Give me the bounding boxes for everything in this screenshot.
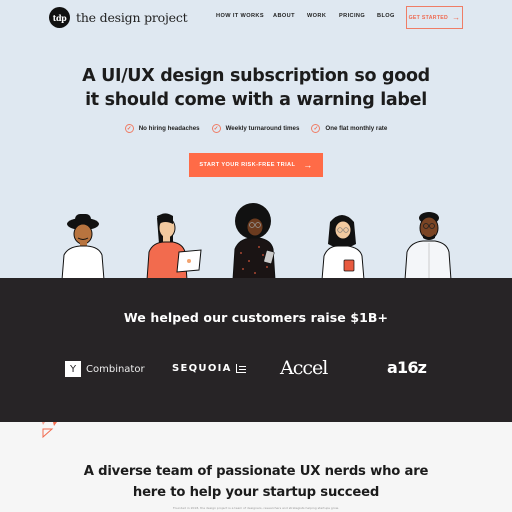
nav-about[interactable]: ABOUT <box>273 13 295 19</box>
get-started-label: GET STARTED <box>408 14 449 21</box>
check-circle-icon: ✓ <box>211 124 221 133</box>
team-title-line-1: A diverse team of passionate UX nerds wh… <box>83 464 429 479</box>
sequoia-text: SEQUOIA <box>172 363 232 374</box>
nav-work[interactable]: WORK <box>307 13 326 19</box>
feature-item: ✓ Weekly turnaround times <box>211 124 300 133</box>
start-trial-label: START YOUR RISK-FREE TRIAL <box>199 162 296 168</box>
person-hijab-mug-illustration <box>321 215 365 280</box>
nav-how-it-works[interactable]: HOW IT WORKS <box>216 13 264 19</box>
social-proof-title: We helped our customers raise $1B+ <box>123 310 389 325</box>
yc-mark: Y <box>65 361 81 377</box>
start-trial-button[interactable]: START YOUR RISK-FREE TRIAL → <box>189 153 323 177</box>
site-header: tdp the design project HOW IT WORKS ABOU… <box>0 0 512 36</box>
person-afro-illustration <box>232 203 276 280</box>
hero-headline: A UI/UX design subscription so good it s… <box>0 64 512 112</box>
team-title-line-2: here to help your startup succeed <box>132 485 380 500</box>
team-section-title: A diverse team of passionate UX nerds wh… <box>0 461 512 503</box>
feature-label: Weekly turnaround times <box>225 125 300 132</box>
nav-pricing[interactable]: PRICING <box>339 13 365 19</box>
headline-line-2: it should come with a warning label <box>85 90 427 110</box>
arrow-right-icon: → <box>303 160 313 170</box>
check-circle-icon: ✓ <box>311 124 321 133</box>
check-circle-icon: ✓ <box>124 124 134 133</box>
arrow-right-icon: → <box>452 13 461 22</box>
feature-list: ✓ No hiring headaches ✓ Weekly turnaroun… <box>0 124 512 133</box>
sequoia-mark-icon <box>235 364 246 373</box>
feature-item: ✓ One flat monthly rate <box>311 124 387 133</box>
feature-label: One flat monthly rate <box>325 125 388 132</box>
ycombinator-logo: Y Combinator <box>65 361 145 377</box>
get-started-button[interactable]: GET STARTED → <box>406 6 463 29</box>
person-hat-illustration <box>61 214 105 280</box>
yc-text: Combinator <box>86 363 145 375</box>
logo[interactable]: tdp the design project <box>49 7 188 28</box>
feature-item: ✓ No hiring headaches <box>124 124 200 133</box>
headline-line-1: A UI/UX design subscription so good <box>82 66 430 86</box>
logo-mark: tdp <box>49 7 70 28</box>
person-glasses-shirt-illustration <box>404 212 452 280</box>
feature-label: No hiring headaches <box>138 125 200 132</box>
logo-text: the design project <box>76 10 188 25</box>
nav-blog[interactable]: BLOG <box>377 13 395 19</box>
sequoia-logo: SEQUOIA <box>172 363 246 374</box>
person-laptop-illustration <box>146 213 202 280</box>
a16z-logo: a16z <box>387 358 427 377</box>
team-section-subtitle: Founded in 2018, the design project is a… <box>173 506 339 510</box>
social-proof-band <box>0 278 512 422</box>
accel-logo: Accel <box>280 357 328 379</box>
decorative-triangles-icon <box>42 422 57 439</box>
